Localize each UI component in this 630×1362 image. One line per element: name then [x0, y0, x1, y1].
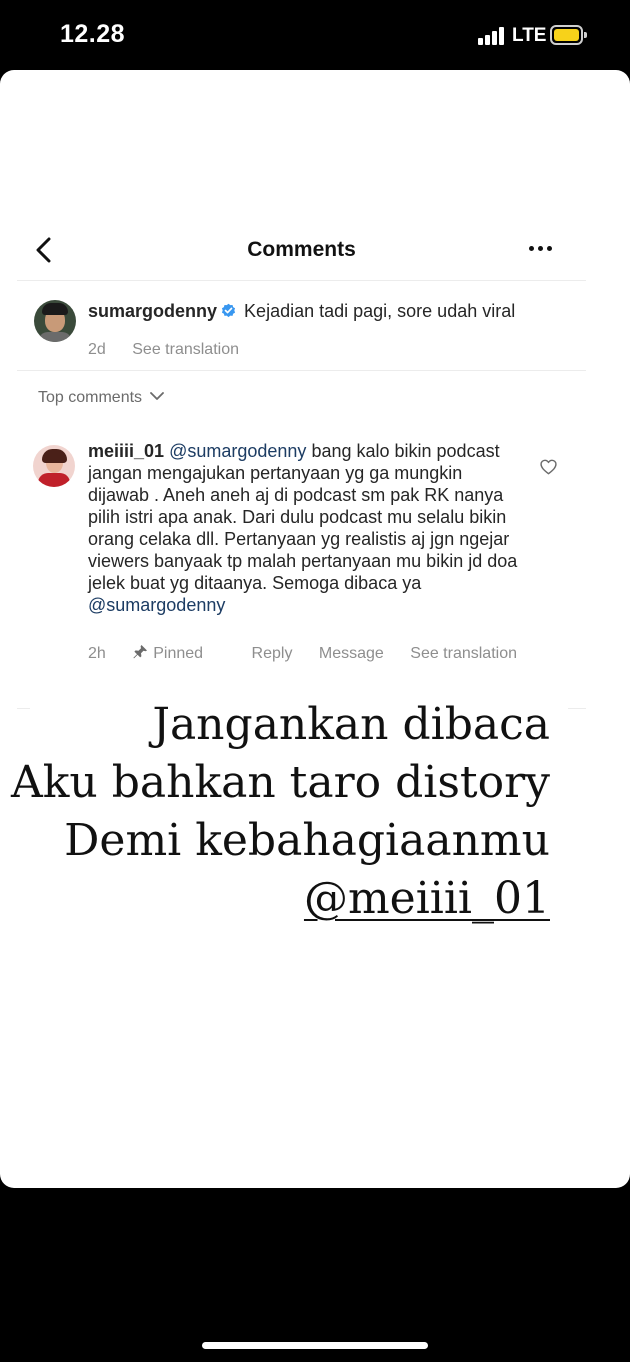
- story-line-3: Demi kebahagiaanmu: [64, 815, 550, 866]
- mention-link[interactable]: @sumargodenny: [88, 595, 225, 615]
- pinned-label: Pinned: [132, 645, 225, 662]
- page-title: Comments: [247, 238, 356, 261]
- see-translation-link[interactable]: See translation: [132, 341, 239, 358]
- story-text: Jangankan dibaca Aku bahkan taro distory…: [11, 696, 550, 928]
- reply-button[interactable]: Reply: [252, 645, 293, 662]
- story-line-1: Jangankan dibaca: [152, 699, 550, 750]
- caption-text: Kejadian tadi pagi, sore udah viral: [244, 301, 516, 321]
- sort-label: Top comments: [38, 389, 143, 406]
- sort-dropdown[interactable]: Top comments: [38, 389, 164, 407]
- avatar[interactable]: [34, 300, 76, 342]
- comment-body: bang kalo bikin podcast jangan mengajuka…: [88, 441, 518, 593]
- comment-username[interactable]: meiiii_01: [88, 441, 164, 461]
- status-time: 12.28: [60, 20, 126, 48]
- story-caption: Jangankan dibaca Aku bahkan taro distory…: [11, 692, 568, 924]
- phone-screen: 12.28 LTE Comments sumargodenny Kejadian…: [0, 0, 630, 1362]
- story-line-2: Aku bahkan taro distory: [10, 757, 550, 808]
- home-indicator[interactable]: [202, 1342, 428, 1349]
- post-age: 2d: [88, 341, 106, 358]
- comments-header: Comments: [17, 218, 586, 281]
- comment-text: meiiii_01 @sumargodenny bang kalo bikin …: [88, 440, 528, 616]
- story-mention[interactable]: @meiiii_01: [11, 870, 550, 928]
- mention-link[interactable]: @sumargodenny: [169, 441, 306, 461]
- post-username[interactable]: sumargodenny: [88, 301, 217, 321]
- avatar[interactable]: [33, 445, 75, 487]
- signal-icon: [478, 27, 508, 45]
- post-caption: sumargodenny Kejadian tadi pagi, sore ud…: [17, 280, 586, 371]
- verified-badge-icon: [221, 303, 236, 318]
- comments-screenshot: Comments sumargodenny Kejadian tadi pagi…: [17, 218, 586, 708]
- comment-age: 2h: [88, 645, 106, 662]
- more-horizontal-icon[interactable]: [529, 246, 553, 254]
- see-translation-link[interactable]: See translation: [410, 645, 517, 662]
- caption-line: sumargodenny Kejadian tadi pagi, sore ud…: [88, 301, 515, 322]
- post-meta: 2d See translation: [88, 341, 261, 359]
- message-button[interactable]: Message: [319, 645, 384, 662]
- network-type: LTE: [512, 25, 547, 46]
- pin-icon: [133, 645, 148, 659]
- comment-meta: 2h Pinned Reply Message See translation: [88, 644, 539, 663]
- battery-icon: [550, 25, 587, 45]
- chevron-down-icon: [150, 392, 164, 400]
- status-bar: 12.28 LTE: [0, 0, 630, 70]
- pinned-comment: meiiii_01 @sumargodenny bang kalo bikin …: [17, 440, 586, 700]
- heart-icon[interactable]: [540, 459, 557, 475]
